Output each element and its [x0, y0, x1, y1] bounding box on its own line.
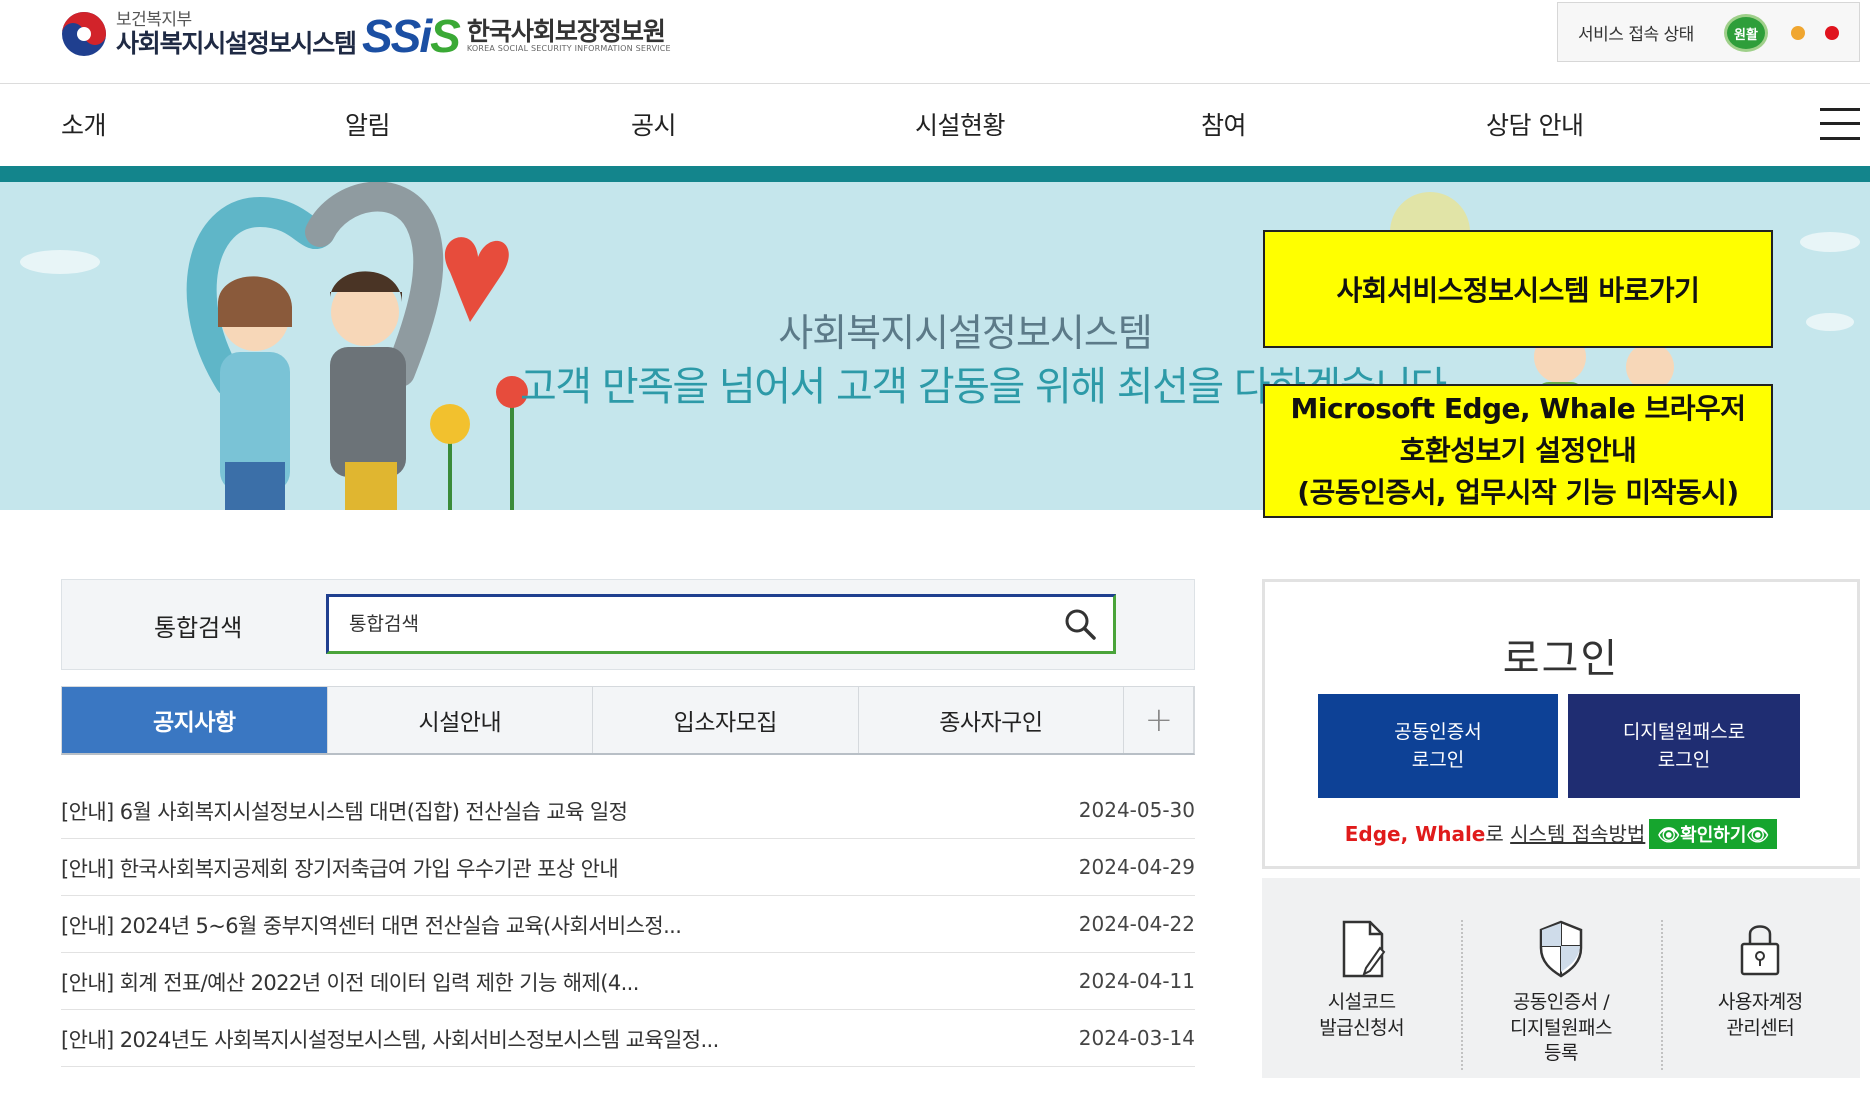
shield-icon [1535, 918, 1587, 980]
nav-item-notice[interactable]: 알림 [345, 106, 391, 142]
list-item[interactable]: [안내] 회계 전표/예산 2022년 이전 데이터 입력 제한 기능 해제(4… [61, 953, 1195, 1010]
notice-date: 2024-04-29 [1078, 855, 1195, 879]
notice-title[interactable]: [안내] 6월 사회복지시설정보시스템 대면(집합) 전산실습 교육 일정 [61, 796, 627, 826]
compat-guide-line1: Microsoft Edge, Whale 브라우저 [1290, 392, 1747, 425]
notice-list: [안내] 6월 사회복지시설정보시스템 대면(집합) 전산실습 교육 일정 20… [61, 782, 1195, 1067]
digital-login-label-1: 디지털원패스로 [1622, 720, 1746, 743]
nav-item-facilities[interactable]: 시설현황 [915, 106, 1006, 142]
tab-resident-recruit[interactable]: 입소자모집 [593, 687, 859, 753]
integrated-search-panel: 통합검색 [61, 579, 1195, 670]
ssis-org-english: KOREA SOCIAL SECURITY INFORMATION SERVIC… [466, 43, 671, 53]
nav-item-consultation[interactable]: 상담 안내 [1486, 106, 1584, 142]
notice-title[interactable]: [안내] 2024년도 사회복지시설정보시스템, 사회서비스정보시스템 교육일정… [61, 1024, 719, 1054]
status-good-badge: 원활 [1724, 14, 1768, 52]
notice-date: 2024-05-30 [1078, 798, 1195, 822]
notice-title[interactable]: [안내] 2024년 5~6월 중부지역센터 대면 전산실습 교육(사회서비스정… [61, 910, 681, 940]
login-help-line: Edge, Whale로 시스템 접속방법 👁확인하기👁 [1265, 818, 1857, 849]
ssis-mark: SSiS [362, 10, 461, 62]
service-status-label: 서비스 접속 상태 [1578, 24, 1694, 45]
login-title: 로그인 [1502, 636, 1620, 682]
facility-code-request-link[interactable]: 시설코드 발급신청서 [1262, 878, 1461, 1078]
supported-browsers: Edge, Whale [1344, 822, 1486, 846]
nav-item-participation[interactable]: 참여 [1201, 106, 1247, 142]
ssis-org-name: 한국사회보장정보원 [466, 16, 666, 46]
digital-login-label-2: 로그인 [1657, 749, 1711, 771]
main-nav: 소개 알림 공시 시설현황 참여 상담 안내 [0, 84, 1870, 166]
mohw-logo[interactable]: 보건복지부 사회복지시설정보시스템 [60, 6, 357, 62]
lock-icon [1734, 918, 1786, 980]
cert-login-button[interactable]: 공동인증서 로그인 [1318, 694, 1558, 798]
nav-accent-bar [0, 166, 1870, 182]
list-item[interactable]: [안내] 6월 사회복지시설정보시스템 대면(집합) 전산실습 교육 일정 20… [61, 782, 1195, 839]
system-name: 사회복지시설정보시스템 [116, 28, 357, 58]
ministry-sub-name: 보건복지부 [116, 9, 192, 30]
nav-item-disclosure[interactable]: 공시 [631, 106, 677, 142]
cert-login-label-2: 로그인 [1411, 749, 1465, 771]
tab-staff-recruit[interactable]: 종사자구인 [859, 687, 1125, 753]
board-tabs: 공지사항 시설안내 입소자모집 종사자구인 + [61, 686, 1195, 755]
search-icon[interactable] [1063, 607, 1097, 641]
list-item[interactable]: [안내] 한국사회복지공제회 장기저축급여 가입 우수기관 포상 안내 2024… [61, 839, 1195, 896]
service-status-panel: 서비스 접속 상태 원활 [1557, 2, 1860, 62]
list-item[interactable]: [안내] 2024년 5~6월 중부지역센터 대면 전산실습 교육(사회서비스정… [61, 896, 1195, 953]
compat-guide-line3: (공동인증서, 업무시작 기능 미작동시) [1297, 476, 1739, 509]
taegeuk-emblem-icon [60, 10, 108, 58]
hamburger-icon[interactable] [1820, 106, 1860, 142]
digital-onepass-login-button[interactable]: 디지털원패스로 로그인 [1568, 694, 1800, 798]
site-header: 보건복지부 사회복지시설정보시스템 SSiS 한국사회보장정보원 KOREA S… [0, 0, 1870, 84]
search-input[interactable] [349, 597, 1029, 651]
quick-link-label: 시설코드 발급신청서 [1319, 991, 1405, 1039]
tab-notices[interactable]: 공지사항 [62, 687, 328, 753]
ssis-shortcut-button[interactable]: 사회서비스정보시스템 바로가기 [1263, 230, 1773, 348]
document-icon [1336, 918, 1388, 980]
compat-guide-line2: 호환성보기 설정안내 [1399, 434, 1637, 467]
notice-title[interactable]: [안내] 한국사회복지공제회 장기저축급여 가입 우수기관 포상 안내 [61, 853, 618, 883]
status-bad-dot [1825, 26, 1839, 40]
notice-title[interactable]: [안내] 회계 전표/예산 2022년 이전 데이터 입력 제한 기능 해제(4… [61, 967, 639, 997]
tab-facility-guide[interactable]: 시설안내 [328, 687, 594, 753]
user-account-center-link[interactable]: 사용자계정 관리센터 [1660, 878, 1860, 1078]
browser-compat-guide-button[interactable]: Microsoft Edge, Whale 브라우저 호환성보기 설정안내 (공… [1263, 384, 1773, 518]
nav-item-intro[interactable]: 소개 [61, 106, 107, 142]
ssis-logo[interactable]: SSiS 한국사회보장정보원 KOREA SOCIAL SECURITY INF… [362, 8, 671, 64]
notice-date: 2024-04-22 [1078, 912, 1195, 936]
cert-onepass-register-link[interactable]: 공동인증서 / 디지털원패스 등록 [1461, 878, 1660, 1078]
banner-title: 사회복지시설정보시스템 [778, 311, 1153, 355]
notice-date: 2024-04-11 [1078, 969, 1195, 993]
check-button[interactable]: 👁확인하기👁 [1649, 819, 1778, 849]
list-item[interactable]: [안내] 2024년도 사회복지시설정보시스템, 사회서비스정보시스템 교육일정… [61, 1010, 1195, 1067]
search-label: 통합검색 [154, 614, 243, 642]
help-particle: 로 [1485, 822, 1511, 846]
search-box [326, 594, 1116, 654]
cert-login-label-1: 공동인증서 [1394, 720, 1482, 743]
notice-date: 2024-03-14 [1078, 1026, 1195, 1050]
login-panel: 로그인 공동인증서 로그인 디지털원패스로 로그인 Edge, Whale로 시… [1262, 579, 1860, 869]
quick-links: 시설코드 발급신청서 공동인증서 / 디지털원패스 등록 사용자계정 관리센터 [1262, 878, 1860, 1078]
more-plus-icon[interactable]: + [1124, 687, 1194, 753]
status-warn-dot [1791, 26, 1805, 40]
access-method-link[interactable]: 시스템 접속방법 [1510, 822, 1645, 846]
quick-link-label: 공동인증서 / 디지털원패스 등록 [1510, 991, 1612, 1065]
quick-link-label: 사용자계정 관리센터 [1717, 991, 1803, 1039]
